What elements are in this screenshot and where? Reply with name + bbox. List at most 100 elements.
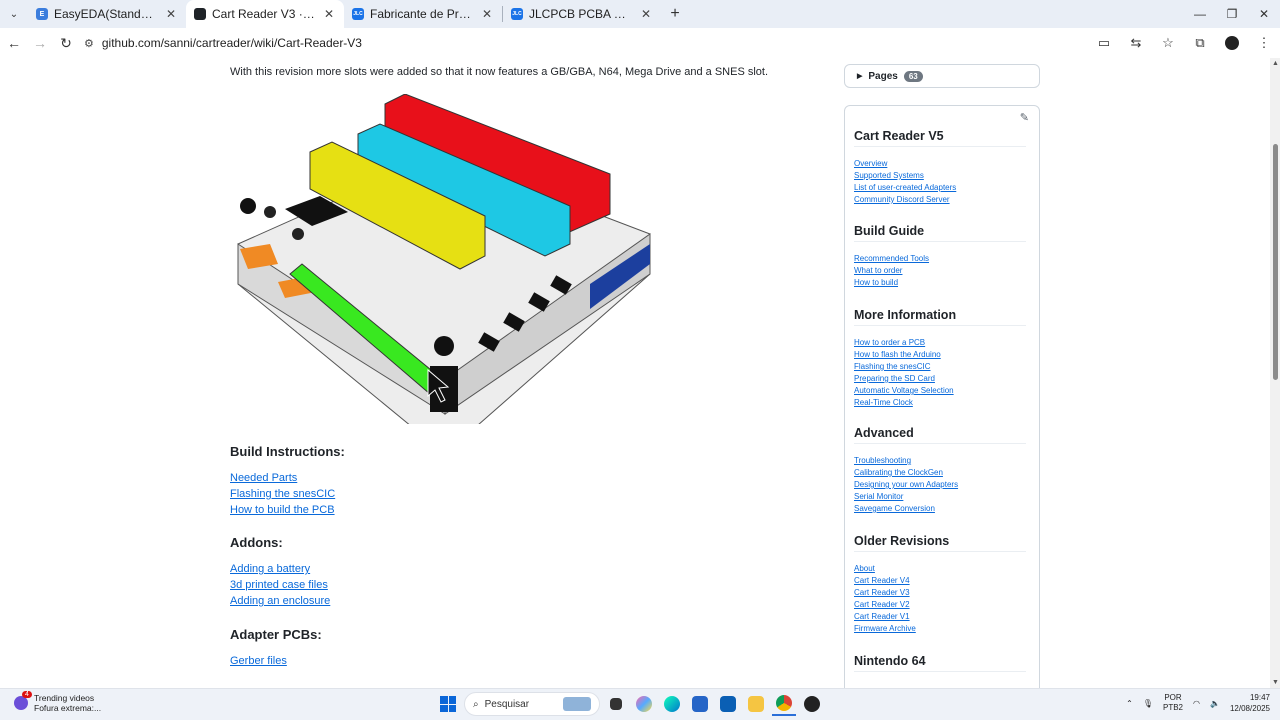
- edge-icon[interactable]: [660, 692, 684, 716]
- build-link[interactable]: Flashing the snesCIC: [230, 488, 335, 500]
- sidebar-link[interactable]: Troubleshooting: [854, 456, 911, 465]
- site-info-icon[interactable]: ⚙: [84, 37, 94, 50]
- sidebar-section-title: Older Revisions: [854, 534, 1026, 552]
- file-explorer-icon[interactable]: [744, 692, 768, 716]
- sidebar-link[interactable]: Community Discord Server: [854, 195, 950, 204]
- build-link[interactable]: How to build the PCB: [230, 504, 335, 516]
- build-link[interactable]: Needed Parts: [230, 472, 297, 484]
- cart-reader-board-image: [237, 94, 651, 424]
- start-button[interactable]: [436, 692, 460, 716]
- sidebar-link[interactable]: Cart Reader V1: [854, 612, 910, 621]
- adapter-pcbs-heading: Adapter PCBs:: [230, 627, 322, 642]
- taskbar-search[interactable]: ⌕ Pesquisar: [464, 692, 600, 716]
- extensions-icon[interactable]: ⧉: [1184, 35, 1216, 51]
- translate-icon[interactable]: ⇆: [1120, 35, 1152, 51]
- forward-icon[interactable]: →: [28, 31, 52, 55]
- close-window-icon[interactable]: ✕: [1248, 0, 1280, 28]
- sidebar-link[interactable]: Firmware Archive: [854, 624, 916, 633]
- sidebar-link[interactable]: About: [854, 564, 875, 573]
- widgets-badge: 4: [22, 691, 32, 698]
- widgets-subtitle: Fofura extrema:...: [34, 703, 102, 713]
- sidebar-link[interactable]: How to flash the Arduino: [854, 350, 941, 359]
- language-indicator[interactable]: POR PTB2: [1163, 693, 1183, 713]
- windows-taskbar: 4 Trending videos Fofura extrema:... ⌕ P…: [0, 688, 1280, 720]
- minimize-icon[interactable]: —: [1184, 0, 1216, 28]
- adapter-link[interactable]: Gerber files: [230, 655, 287, 667]
- store-icon[interactable]: [688, 692, 712, 716]
- scrollbar-thumb[interactable]: [1273, 144, 1278, 380]
- sidebar-link[interactable]: Serial Monitor: [854, 492, 903, 501]
- back-icon[interactable]: ←: [2, 31, 26, 55]
- browser-tab[interactable]: JLC Fabricante de Protótipos de PCB ✕: [344, 0, 502, 28]
- pages-toggle[interactable]: ▶ Pages 63: [844, 64, 1040, 88]
- profile-avatar[interactable]: [1225, 36, 1239, 50]
- scroll-up-icon[interactable]: ▲: [1272, 60, 1279, 67]
- new-tab-button[interactable]: +: [661, 0, 689, 28]
- sidebar-link[interactable]: Automatic Voltage Selection: [854, 386, 954, 395]
- bookmark-star-icon[interactable]: ☆: [1152, 35, 1184, 51]
- tab-close-icon[interactable]: ✕: [164, 7, 178, 21]
- tab-favicon-icon: [194, 8, 206, 20]
- sidebar-link[interactable]: Preparing the SD Card: [854, 374, 935, 383]
- copilot-icon[interactable]: [632, 692, 656, 716]
- volume-icon[interactable]: 🔈: [1210, 699, 1220, 708]
- clock-date: 12/08/2025: [1229, 704, 1270, 713]
- build-instructions-heading: Build Instructions:: [230, 444, 345, 459]
- menu-kebab-icon[interactable]: ⋮: [1248, 35, 1280, 51]
- sidebar-section-title: More Information: [854, 308, 1026, 326]
- edit-pencil-icon[interactable]: ✎: [1020, 111, 1029, 124]
- tab-search-icon[interactable]: ⌄: [0, 0, 28, 28]
- tab-favicon-icon: JLC: [511, 8, 523, 20]
- chrome-icon[interactable]: [772, 692, 796, 716]
- tab-close-icon[interactable]: ✕: [322, 7, 336, 21]
- caret-right-icon: ▶: [857, 73, 863, 80]
- task-view-icon[interactable]: [604, 692, 628, 716]
- addons-heading: Addons:: [230, 535, 283, 550]
- addon-link[interactable]: 3d printed case files: [230, 579, 328, 591]
- browser-tab[interactable]: E EasyEDA(Standard) - A Simple a ✕: [28, 0, 186, 28]
- sidebar-link[interactable]: Overview: [854, 159, 887, 168]
- sidebar-link[interactable]: Cart Reader V2: [854, 600, 910, 609]
- pages-count-badge: 63: [903, 70, 923, 82]
- addon-link[interactable]: Adding an enclosure: [230, 595, 330, 607]
- sidebar-section-title: Advanced: [854, 426, 1026, 444]
- browser-toolbar: ← → ↻ ⚙ github.com/sanni/cartreader/wiki…: [0, 28, 1280, 58]
- system-tray: ⌃ 🎙 POR PTB2 ◠ 🔈 19:47 12/08/2025: [1126, 692, 1270, 714]
- cast-icon[interactable]: ▭: [1088, 35, 1120, 51]
- sidebar-link[interactable]: Real-Time Clock: [854, 398, 913, 407]
- tab-title: Cart Reader V3 · sanni/cartread: [212, 7, 316, 21]
- scroll-down-icon[interactable]: ▼: [1272, 679, 1279, 686]
- browser-tab[interactable]: Cart Reader V3 · sanni/cartread ✕: [186, 0, 344, 28]
- sidebar-link[interactable]: Cart Reader V4: [854, 576, 910, 585]
- tab-title: Fabricante de Protótipos de PCB: [370, 7, 474, 21]
- tab-close-icon[interactable]: ✕: [639, 7, 653, 21]
- sidebar-link[interactable]: Savegame Conversion: [854, 504, 935, 513]
- sidebar-link[interactable]: Flashing the snesCIC: [854, 362, 930, 371]
- sidebar-link[interactable]: Recommended Tools: [854, 254, 929, 263]
- reload-icon[interactable]: ↻: [54, 31, 78, 55]
- address-bar[interactable]: ⚙ github.com/sanni/cartreader/wiki/Cart-…: [84, 31, 1114, 55]
- sidebar-link[interactable]: List of user-created Adapters: [854, 183, 956, 192]
- sidebar-link[interactable]: Supported Systems: [854, 171, 924, 180]
- outlook-icon[interactable]: [716, 692, 740, 716]
- page-scrollbar[interactable]: ▲ ▼: [1270, 58, 1280, 688]
- wifi-icon[interactable]: ◠: [1193, 699, 1200, 708]
- sidebar-link[interactable]: How to build: [854, 278, 898, 287]
- sidebar-link[interactable]: Cart Reader V3: [854, 588, 910, 597]
- widgets-button[interactable]: 4 Trending videos Fofura extrema:...: [14, 691, 102, 713]
- sidebar-link[interactable]: Calibrating the ClockGen: [854, 468, 943, 477]
- tab-close-icon[interactable]: ✕: [480, 7, 494, 21]
- sidebar-link[interactable]: How to order a PCB: [854, 338, 925, 347]
- microphone-icon[interactable]: 🎙: [1143, 699, 1153, 708]
- search-icon: ⌕: [473, 698, 479, 710]
- lang-bottom: PTB2: [1162, 703, 1183, 712]
- sidebar-link[interactable]: What to order: [854, 266, 902, 275]
- clock[interactable]: 19:47 12/08/2025: [1230, 692, 1270, 714]
- browser-tab[interactable]: JLC JLCPCB PCBA Viewer ✕: [503, 0, 661, 28]
- restore-icon[interactable]: ❐: [1216, 0, 1248, 28]
- tray-chevron-icon[interactable]: ⌃: [1126, 699, 1133, 708]
- addon-link[interactable]: Adding a battery: [230, 563, 310, 575]
- sidebar-link[interactable]: Designing your own Adapters: [854, 480, 958, 489]
- app-icon-dark[interactable]: [800, 692, 824, 716]
- tab-favicon-icon: E: [36, 8, 48, 20]
